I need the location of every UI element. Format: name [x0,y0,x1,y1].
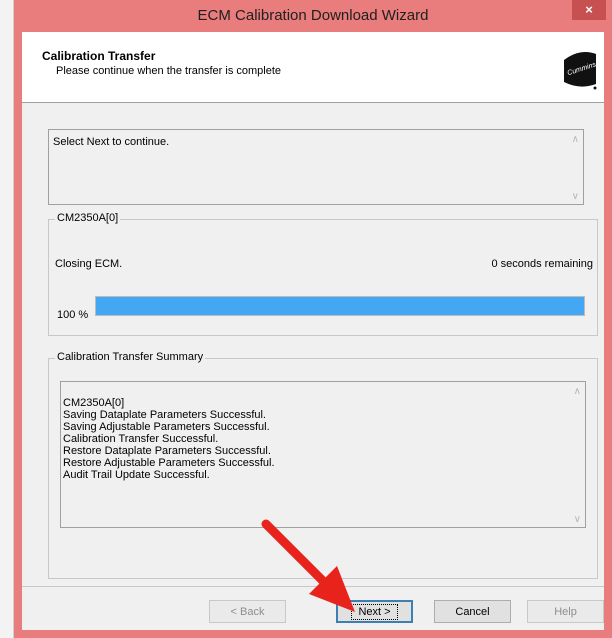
annotation-arrow-icon [261,519,355,612]
